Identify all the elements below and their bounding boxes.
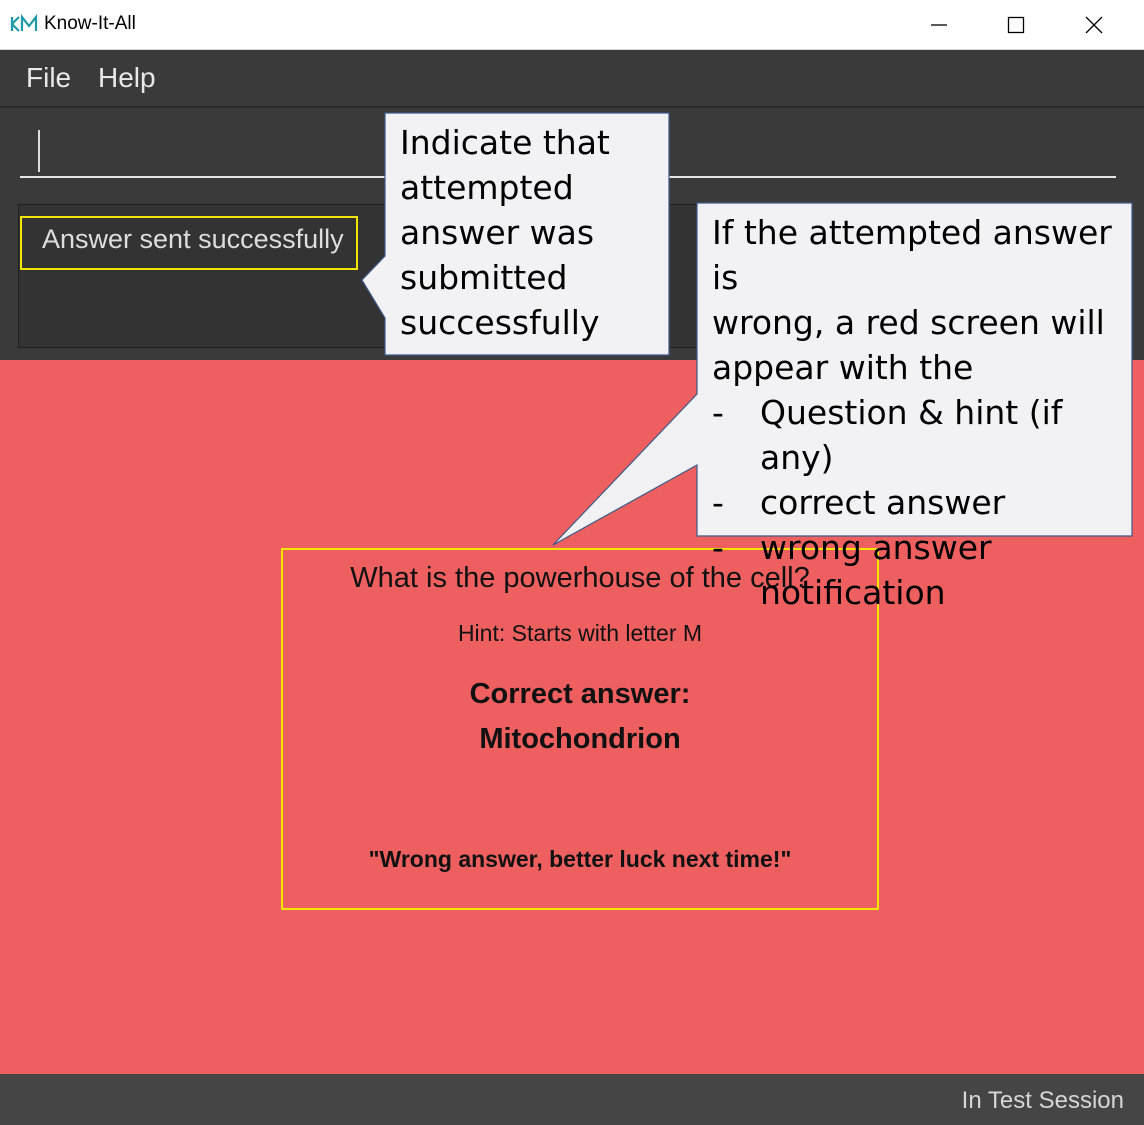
callout-line: submitted [400, 258, 568, 297]
maximize-icon [1007, 16, 1025, 34]
result-message: Answer sent successfully [20, 216, 358, 270]
close-button[interactable] [1059, 0, 1129, 50]
window-title: Know-It-All [44, 13, 136, 34]
status-text: In Test Session [961, 1087, 1124, 1114]
callout-left: Indicate that attempted answer was submi… [400, 120, 664, 345]
app-logo-icon [10, 13, 40, 34]
minimize-icon [931, 24, 947, 26]
callout-line: answer was [400, 213, 595, 252]
callout-bullet: - wrong answer notification [712, 525, 1134, 615]
bullet-dash: - [712, 528, 724, 567]
callout-bullet: - Question & hint (if any) [712, 390, 1134, 480]
bullet-dash: - [712, 393, 724, 432]
correct-answer-block: Correct answer: Mitochondrion [283, 672, 877, 762]
menu-help[interactable]: Help [98, 62, 156, 94]
hint-text: Hint: Starts with letter M [457, 620, 703, 646]
callout-line: attempted [400, 168, 574, 207]
close-icon [1085, 16, 1103, 34]
bullet-dash: - [712, 483, 724, 522]
callout-line: Indicate that [400, 123, 610, 162]
minimize-button[interactable] [904, 0, 974, 50]
callout-bullet: - correct answer [712, 480, 1134, 525]
correct-answer-text: Mitochondrion [479, 723, 681, 755]
status-bar: In Test Session [0, 1074, 1144, 1125]
window-title-bar: Know-It-All [0, 0, 1144, 50]
callout-line: successfully [400, 303, 600, 342]
correct-answer-label: Correct answer: [469, 678, 691, 710]
callout-line: If the attempted answer is [712, 213, 1112, 297]
bullet-text: Question & hint (if any) [760, 393, 1063, 477]
menu-bar: File Help [0, 50, 1144, 108]
text-caret [38, 130, 40, 172]
callout-line: appear with the [712, 348, 974, 387]
maximize-button[interactable] [981, 0, 1051, 50]
menu-file[interactable]: File [26, 62, 71, 94]
callout-line: wrong, a red screen will [712, 303, 1105, 342]
callout-right: If the attempted answer is wrong, a red … [712, 210, 1134, 615]
bullet-text: correct answer [760, 483, 1006, 522]
bullet-text: wrong answer notification [760, 528, 992, 612]
wrong-answer-notification: "Wrong answer, better luck next time!" [368, 846, 792, 872]
